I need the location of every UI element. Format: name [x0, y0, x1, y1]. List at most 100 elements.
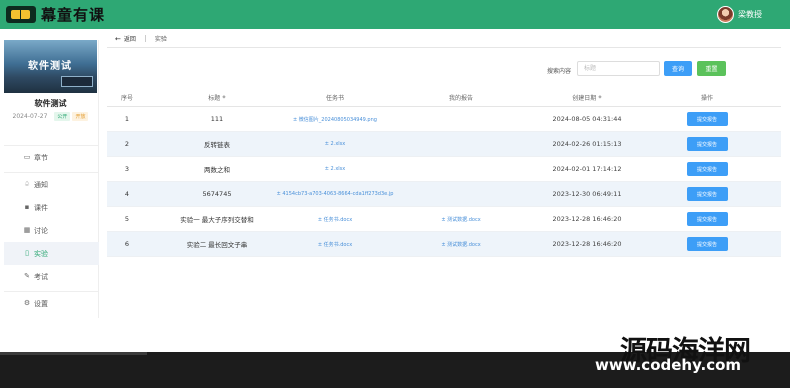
task-file-link[interactable]: ± 任务书.docx — [318, 216, 352, 223]
row-title: 5674745 — [202, 190, 232, 198]
column-header-title[interactable]: 标题 ◆ — [167, 89, 267, 106]
table-row: 3 两数之和 ± 2.xlsx 2024-02-01 17:14:12 提交报告 — [107, 157, 781, 182]
chapter-icon: ▭ — [23, 153, 31, 161]
grid-icon: ▪ — [24, 203, 30, 211]
reset-button[interactable]: 重置 — [697, 61, 726, 76]
row-title: 反转链表 — [204, 141, 230, 149]
nav-group-chapters: ▭ 章节 — [4, 145, 99, 169]
task-file-link[interactable]: ± 2.xlsx — [325, 141, 345, 147]
file-icon: ▯ — [25, 249, 29, 257]
arrow-left-icon[interactable]: ← — [115, 35, 121, 43]
course-cover-image: 软件测试 — [4, 40, 97, 93]
nav-group-settings: ⚙ 设置 — [4, 291, 99, 315]
public-tag: 公开 — [54, 112, 71, 121]
avatar[interactable] — [717, 6, 734, 23]
back-link[interactable]: 返回 — [124, 34, 136, 43]
sidebar-item-label: 实验 — [34, 249, 48, 258]
watermark-url: www.codehy.com — [595, 356, 742, 374]
report-file-link[interactable]: ± 测试数据.docx — [441, 216, 480, 223]
logo[interactable]: 幕童有课 — [6, 5, 105, 24]
sidebar-item-notice[interactable]: ♤ 通知 — [4, 173, 99, 196]
row-date: 2024-08-05 04:31:44 — [552, 115, 622, 123]
book-logo-icon — [6, 6, 36, 23]
table-row: 4 5674745 ± 4154cb73-a703-4063-8664-cda1… — [107, 182, 781, 207]
submit-report-button[interactable]: 提交报告 — [686, 212, 728, 226]
column-header-date[interactable]: 创建日期 ◆ — [519, 89, 655, 106]
row-number: 3 — [124, 165, 130, 173]
user-name[interactable]: 梁教授 — [738, 9, 762, 20]
search-input[interactable] — [577, 61, 660, 76]
submit-report-button[interactable]: 提交报告 — [686, 237, 728, 251]
row-date: 2023-12-30 06:49:11 — [552, 190, 622, 198]
table-row: 5 实验一 最大子序列交替和 ± 任务书.docx ± 测试数据.docx 20… — [107, 207, 781, 232]
cover-title: 软件测试 — [28, 61, 72, 72]
row-title: 实验二 最长回文子串 — [186, 241, 248, 249]
row-number: 5 — [124, 215, 130, 223]
task-file-link[interactable]: ± 2.xlsx — [325, 166, 345, 172]
breadcrumb-separator — [144, 35, 146, 42]
open-tag: 开放 — [72, 112, 89, 121]
sort-icon[interactable]: ◆ — [598, 95, 601, 100]
submit-report-button[interactable]: 提交报告 — [686, 112, 728, 126]
row-number: 1 — [124, 115, 130, 123]
breadcrumb-current: 实验 — [154, 36, 167, 43]
main-panel: ← 返回 实验 搜索内容 查询 重置 序号 标题◆ 任务书 我的报告 创建日期◆… — [107, 29, 781, 324]
submit-report-button[interactable]: 提交报告 — [686, 137, 728, 151]
bottom-accent-strip — [0, 352, 147, 355]
row-date: 2023-12-28 16:46:20 — [552, 240, 622, 248]
sidebar-item-settings[interactable]: ⚙ 设置 — [4, 292, 99, 315]
nav-group-main: ♤ 通知 ▪ 课件 ▦ 讨论 ▯ 实验 ✎ 考试 — [4, 172, 99, 288]
sidebar-item-courseware[interactable]: ▪ 课件 — [4, 196, 99, 219]
row-date: 2024-02-01 17:14:12 — [552, 165, 622, 173]
column-header-task: 任务书 — [325, 95, 344, 102]
sidebar-item-label: 讨论 — [34, 226, 48, 235]
sidebar-item-discussion[interactable]: ▦ 讨论 — [4, 219, 99, 242]
search-label: 搜索内容 — [547, 68, 572, 75]
task-file-link[interactable]: ± 4154cb73-a703-4063-8664-cda1ff273d3e.j… — [277, 191, 394, 197]
task-file-link[interactable]: ± 任务书.docx — [318, 241, 352, 248]
bell-icon: ♤ — [23, 180, 31, 188]
sidebar-item-experiment[interactable]: ▯ 实验 — [4, 242, 99, 265]
discussion-icon: ▦ — [23, 226, 31, 234]
sidebar-item-label: 设置 — [34, 299, 48, 308]
table-row: 1 111 ± 微信图片_20240805034949.png 2024-08-… — [107, 107, 781, 132]
sidebar-item-exam[interactable]: ✎ 考试 — [4, 265, 99, 288]
user-menu[interactable]: 梁教授 — [717, 6, 762, 23]
sidebar-item-label: 章节 — [34, 153, 48, 162]
header-divider — [107, 47, 781, 48]
row-number: 4 — [124, 190, 130, 198]
row-title: 两数之和 — [204, 166, 230, 174]
sidebar: 软件测试 软件测试 2024-07-27 公开 开放 ▭ 章节 ♤ 通知 ▪ 课… — [4, 40, 99, 318]
edit-icon: ✎ — [24, 272, 30, 280]
course-meta: 2024-07-27 公开 开放 — [4, 112, 97, 121]
task-file-link[interactable]: ± 微信图片_20240805034949.png — [293, 116, 377, 123]
submit-report-button[interactable]: 提交报告 — [686, 162, 728, 176]
table-row: 2 反转链表 ± 2.xlsx 2024-02-26 01:15:13 提交报告 — [107, 132, 781, 157]
cover-stamp — [61, 76, 93, 87]
row-title: 111 — [210, 115, 224, 123]
report-file-link[interactable]: ± 测试数据.docx — [441, 241, 480, 248]
table-row: 6 实验二 最长回文子串 ± 任务书.docx ± 测试数据.docx 2023… — [107, 232, 781, 257]
gear-icon: ⚙ — [23, 299, 31, 307]
column-header-action: 操作 — [700, 95, 713, 102]
breadcrumb: ← 返回 实验 — [115, 34, 167, 44]
sidebar-item-chapters[interactable]: ▭ 章节 — [4, 146, 99, 169]
sidebar-item-label: 通知 — [34, 180, 48, 189]
row-date: 2024-02-26 01:15:13 — [552, 140, 622, 148]
submit-report-button[interactable]: 提交报告 — [686, 187, 728, 201]
sidebar-item-label: 课件 — [34, 203, 48, 212]
query-button[interactable]: 查询 — [664, 61, 692, 76]
table-header: 序号 标题 ◆ 任务书 我的报告 创建日期 ◆ 操作 — [107, 89, 781, 107]
sidebar-item-label: 考试 — [34, 272, 48, 281]
course-date: 2024-07-27 — [12, 113, 48, 120]
column-header-report: 我的报告 — [448, 95, 473, 102]
column-header-no: 序号 — [120, 95, 133, 102]
row-title: 实验一 最大子序列交替和 — [180, 216, 254, 224]
logo-text: 幕童有课 — [41, 6, 106, 24]
course-name: 软件测试 — [34, 99, 67, 108]
row-number: 2 — [124, 140, 130, 148]
row-date: 2023-12-28 16:46:20 — [552, 215, 622, 223]
experiment-table: 序号 标题 ◆ 任务书 我的报告 创建日期 ◆ 操作 1 111 ± 微信图片_20… — [107, 89, 781, 257]
sort-icon[interactable]: ◆ — [222, 95, 225, 100]
top-bar: 幕童有课 梁教授 — [0, 0, 790, 29]
